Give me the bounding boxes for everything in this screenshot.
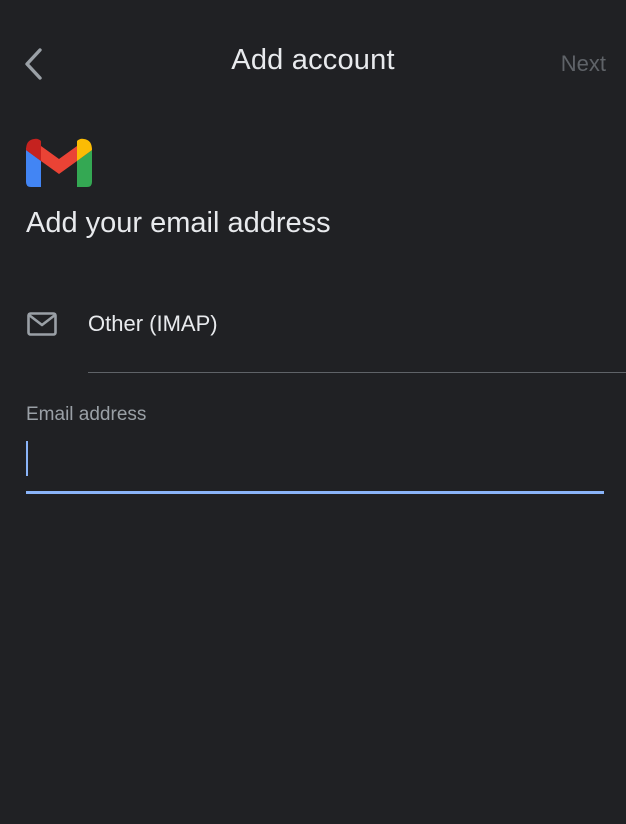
email-field-label: Email address [26, 404, 147, 425]
email-input-underline [26, 491, 604, 494]
heading: Add your email address [26, 207, 331, 239]
top-app-bar: Add account Next [0, 0, 626, 130]
text-cursor [26, 441, 28, 476]
email-input[interactable] [26, 436, 604, 492]
page-title: Add account [231, 44, 395, 76]
divider [88, 372, 626, 373]
gmail-logo [26, 138, 92, 187]
provider-option-other-imap[interactable]: Other (IMAP) [0, 294, 626, 374]
provider-label: Other (IMAP) [88, 311, 218, 336]
mail-icon [27, 312, 57, 336]
next-button[interactable]: Next [561, 51, 606, 77]
